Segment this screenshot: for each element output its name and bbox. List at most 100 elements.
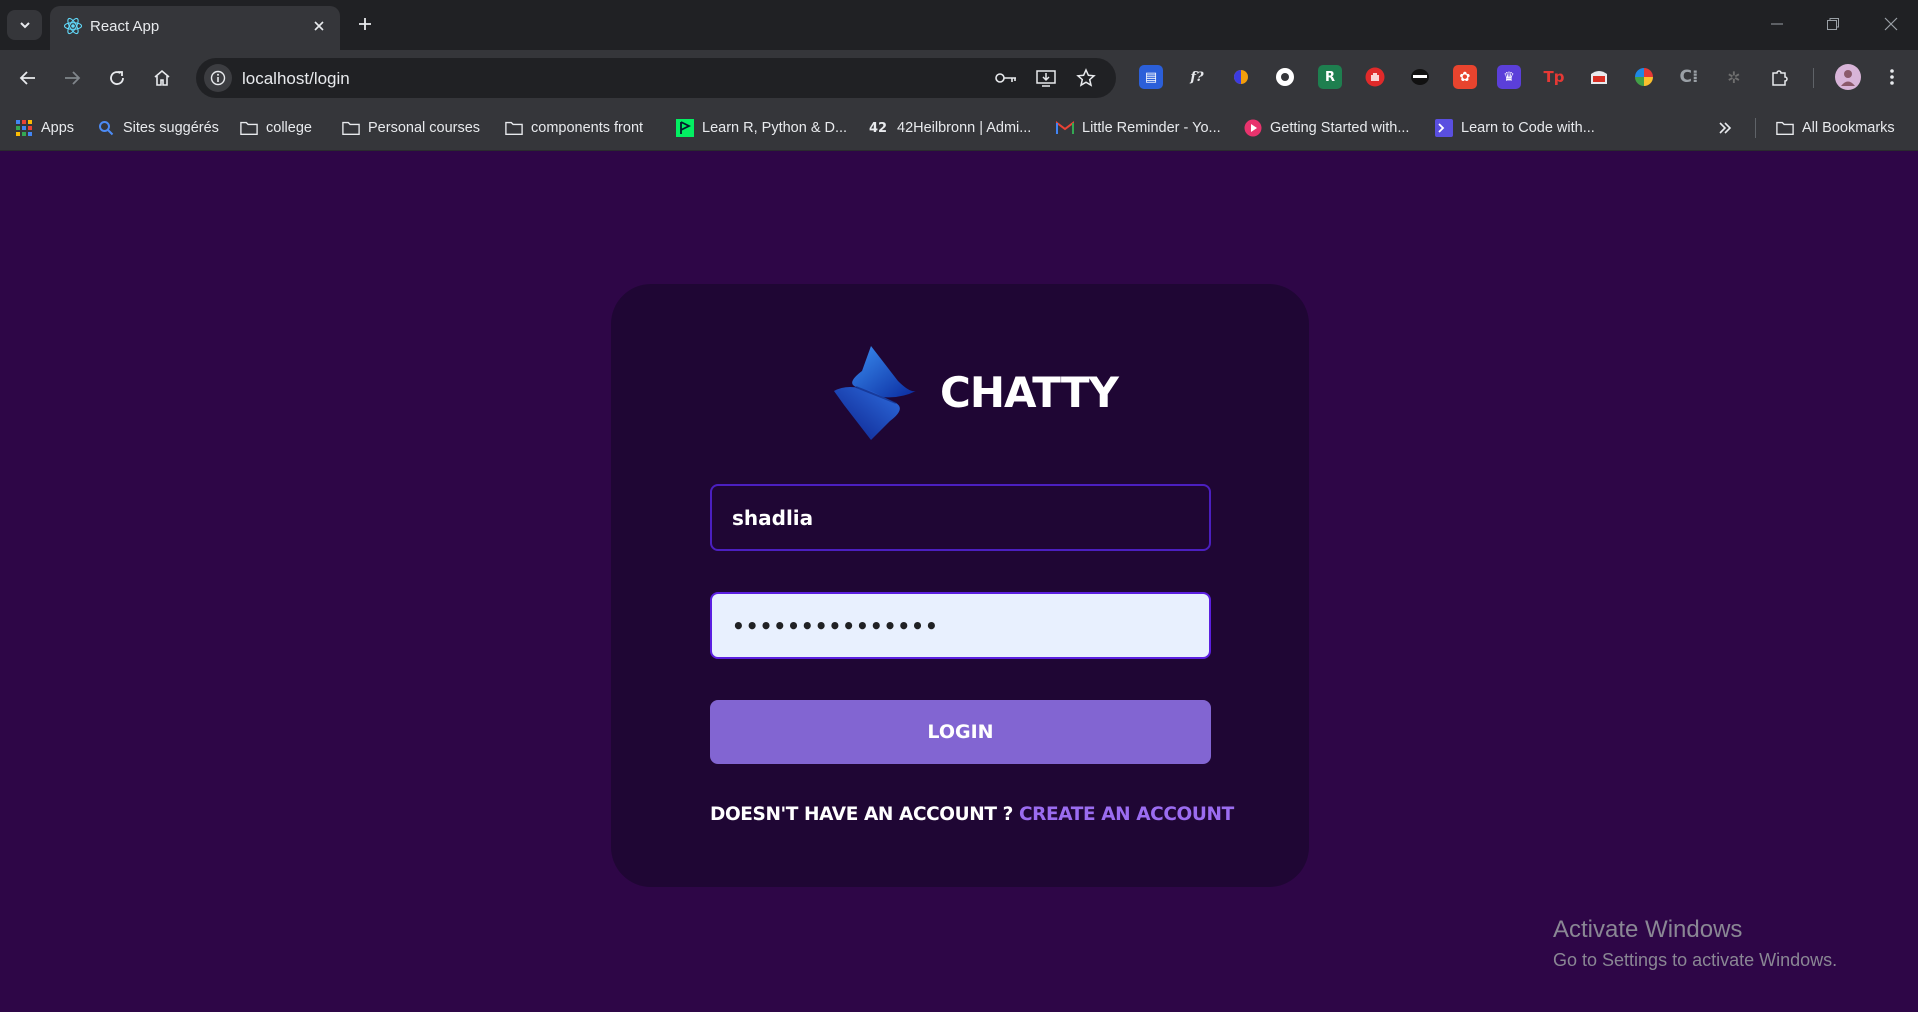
bookmark-folder-personal-courses[interactable]: Personal courses <box>342 116 480 140</box>
chevron-down-icon <box>19 22 30 29</box>
star-icon <box>1076 68 1096 87</box>
address-bar[interactable]: localhost/login <box>196 58 1116 98</box>
key-icon <box>995 73 1016 83</box>
folder-icon <box>1776 119 1794 137</box>
home-button[interactable] <box>148 64 176 92</box>
42-icon: 42 <box>868 120 888 136</box>
bookmark-label: Apps <box>41 120 75 136</box>
restore-button[interactable] <box>1818 12 1848 36</box>
bookmark-label: Little Reminder - Yo... <box>1082 120 1221 136</box>
bookmark-label: Learn R, Python & D... <box>702 120 848 136</box>
reload-button[interactable] <box>103 64 131 92</box>
activate-windows-title: Activate Windows <box>1553 916 1743 943</box>
bookmark-sites-suggeres[interactable]: Sites suggérés <box>97 116 219 140</box>
password-input[interactable]: ••••••••••••••• <box>710 592 1211 659</box>
bookmark-label: 42Heilbronn | Admi... <box>897 120 1032 136</box>
profile-avatar[interactable] <box>1835 64 1861 90</box>
bookmark-apps[interactable]: Apps <box>15 116 74 140</box>
forward-button[interactable] <box>58 64 86 92</box>
gmail-icon <box>1056 119 1074 137</box>
home-icon <box>154 69 170 86</box>
active-tab[interactable]: React App <box>50 6 340 50</box>
extension-ninja-icon[interactable] <box>1408 65 1432 89</box>
plus-icon <box>359 18 371 30</box>
double-chevron-right-icon <box>1716 119 1734 137</box>
password-key-button[interactable] <box>994 66 1018 90</box>
bookmark-label: components front <box>531 120 644 136</box>
datacamp-icon <box>676 119 694 137</box>
site-info-button[interactable] <box>204 64 232 92</box>
extension-circle-icon[interactable] <box>1273 65 1297 89</box>
extension-stop-hand-icon[interactable] <box>1363 65 1387 89</box>
close-icon <box>1884 17 1898 31</box>
info-icon <box>210 70 226 86</box>
activate-windows-subtitle: Go to Settings to activate Windows. <box>1553 950 1838 970</box>
bookmark-getting-started[interactable]: Getting Started with... <box>1244 116 1409 140</box>
restore-icon <box>1827 18 1839 30</box>
bookmark-gmail[interactable]: Little Reminder - Yo... <box>1056 116 1221 140</box>
reload-icon <box>110 71 124 85</box>
minimize-button[interactable] <box>1762 12 1792 36</box>
apps-grid-icon <box>15 119 33 137</box>
browser-toolbar: localhost/login ▤ f? R ✿ ♛ Tp C⁞ ✲ <box>0 50 1918 105</box>
folder-icon <box>342 119 360 137</box>
react-icon <box>63 17 83 35</box>
extension-c-icon[interactable]: C⁞ <box>1677 65 1701 89</box>
install-app-button[interactable] <box>1034 66 1058 90</box>
extensions-button[interactable] <box>1768 65 1792 89</box>
bookmarks-bar: Apps Sites suggérés college Personal cou… <box>0 105 1918 151</box>
extension-formula-icon[interactable]: f? <box>1185 65 1209 89</box>
extension-archive-icon[interactable] <box>1587 65 1611 89</box>
signup-prompt-text: DOESN'T HAVE AN ACCOUNT ? <box>710 804 1019 825</box>
more-vertical-icon <box>1890 69 1894 85</box>
close-window-button[interactable] <box>1876 12 1906 36</box>
bookmark-label: All Bookmarks <box>1802 120 1895 136</box>
install-icon <box>1036 70 1056 87</box>
url-text: localhost/login <box>242 69 350 88</box>
login-button[interactable]: LOGIN <box>710 700 1211 764</box>
arrow-left-icon <box>19 71 35 85</box>
bookmark-label: college <box>266 120 312 136</box>
extension-bug-icon[interactable]: ✲ <box>1722 65 1746 89</box>
bookmark-star-button[interactable] <box>1074 66 1098 90</box>
extension-r-icon[interactable]: R <box>1318 65 1342 89</box>
bookmarks-separator <box>1755 118 1756 138</box>
browser-menu-button[interactable] <box>1880 65 1904 89</box>
minimize-icon <box>1771 23 1783 25</box>
arrow-right-icon <box>65 71 81 85</box>
tab-title: React App <box>90 18 160 35</box>
extension-notes-icon[interactable]: ▤ <box>1139 65 1163 89</box>
tab-close-button[interactable] <box>308 15 330 37</box>
bookmark-42heilbronn[interactable]: 42 42Heilbronn | Admi... <box>867 116 1031 140</box>
toolbar-separator <box>1813 68 1814 88</box>
create-account-link[interactable]: CREATE AN ACCOUNT <box>1019 804 1234 825</box>
close-icon <box>314 21 324 31</box>
browser-tab-bar: React App <box>0 0 1918 50</box>
extension-half-moon-icon[interactable] <box>1229 65 1253 89</box>
bookmark-all-bookmarks[interactable]: All Bookmarks <box>1776 116 1895 140</box>
extension-color-wheel-icon[interactable] <box>1632 65 1656 89</box>
extension-crown-icon[interactable]: ♛ <box>1497 65 1521 89</box>
extension-puzzle-game-icon[interactable]: ✿ <box>1453 65 1477 89</box>
tab-search-button[interactable] <box>7 10 42 40</box>
back-button[interactable] <box>14 64 42 92</box>
bookmark-label: Personal courses <box>368 120 481 136</box>
bookmarks-overflow-button[interactable] <box>1716 116 1734 140</box>
extension-tp-icon[interactable]: Tp <box>1542 65 1566 89</box>
bookmark-folder-college[interactable]: college <box>240 116 312 140</box>
bookmark-label: Learn to Code with... <box>1461 120 1595 136</box>
activate-windows-watermark: Activate Windows Go to Settings to activ… <box>1553 916 1837 971</box>
bookmark-datacamp[interactable]: Learn R, Python & D... <box>676 116 847 140</box>
username-input[interactable]: shadlia <box>710 484 1211 551</box>
new-tab-button[interactable] <box>352 11 378 37</box>
brand-name: CHATTY <box>940 368 1119 417</box>
chatty-logo-icon <box>834 346 916 440</box>
bookmark-learn-to-code[interactable]: Learn to Code with... <box>1435 116 1595 140</box>
puzzle-icon <box>1772 70 1788 86</box>
folder-icon <box>240 119 258 137</box>
folder-icon <box>505 119 523 137</box>
terminal-icon <box>1435 119 1453 137</box>
bookmark-label: Sites suggérés <box>123 120 219 136</box>
bookmark-folder-components-front[interactable]: components front <box>505 116 643 140</box>
search-icon <box>97 119 115 137</box>
